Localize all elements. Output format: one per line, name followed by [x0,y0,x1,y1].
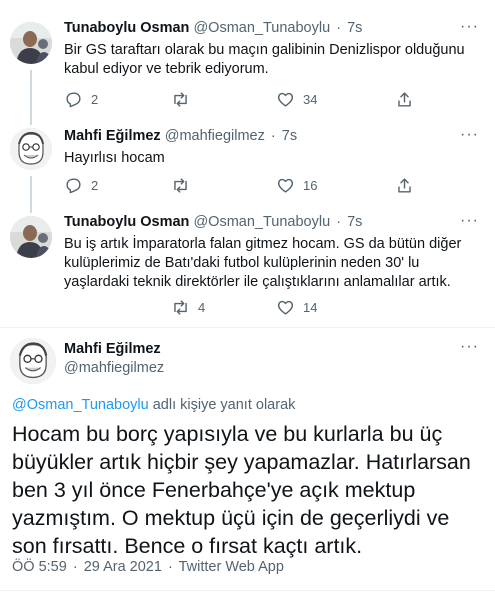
reply-to-label: adlı kişiye yanıt olarak [152,397,296,413]
reply-context: @Osman_Tunaboylu adlı kişiye yanıt olara… [12,397,295,413]
tweet-source[interactable]: Twitter Web App [179,559,284,575]
main-tweet: Mahfi Eğilmez @mahfiegilmez ··· @Osman_T… [0,0,495,600]
author-name[interactable]: Mahfi Eğilmez [64,341,161,357]
divider [0,590,495,591]
tweet-date[interactable]: 29 Ara 2021 [84,559,162,575]
avatar-portrait-icon [10,338,56,384]
avatar[interactable] [10,338,56,384]
tweet-meta: ÖÖ 5:59 · 29 Ara 2021 · Twitter Web App [12,559,284,575]
more-icon[interactable]: ··· [460,338,479,356]
separator: · [72,559,78,575]
author-handle[interactable]: @mahfiegilmez [64,360,164,376]
main-tweet-text: Hocam bu borç yapısıyla ve bu kurlarla b… [12,422,471,558]
reply-to-link[interactable]: @Osman_Tunaboylu [12,397,149,413]
tweet-time[interactable]: ÖÖ 5:59 [12,559,67,575]
separator: · [167,559,173,575]
